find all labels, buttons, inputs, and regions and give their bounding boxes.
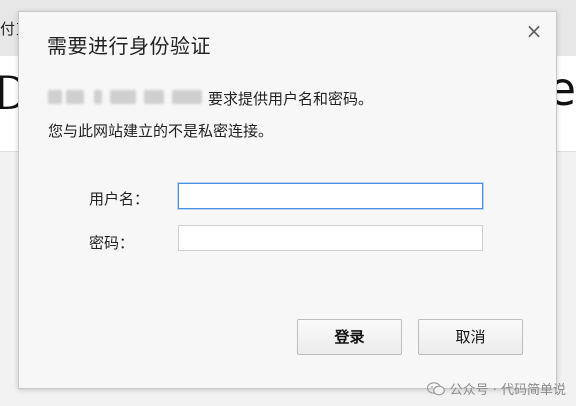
auth-message-line1: 要求提供用户名和密码。 [208,90,374,108]
password-label: 密码： [89,234,135,252]
cancel-button[interactable]: 取消 [418,319,523,355]
dialog-title: 需要进行身份验证 [47,34,211,58]
wechat-icon [426,381,445,395]
password-input[interactable] [178,225,483,251]
watermark: 公众号 · 代码简单说 [426,379,566,398]
auth-message-line2: 您与此网站建立的不是私密连接。 [48,122,274,140]
username-input[interactable] [178,183,483,209]
username-label: 用户名： [89,190,150,208]
watermark-text: 公众号 · 代码简单说 [449,383,566,398]
login-button[interactable]: 登录 [297,319,402,355]
auth-dialog: 需要进行身份验证 × 要求提供用户名和密码。 您与此网站建立的不是私密连接。 用… [18,11,557,389]
close-icon[interactable]: × [525,21,543,41]
redacted-host [48,88,205,106]
